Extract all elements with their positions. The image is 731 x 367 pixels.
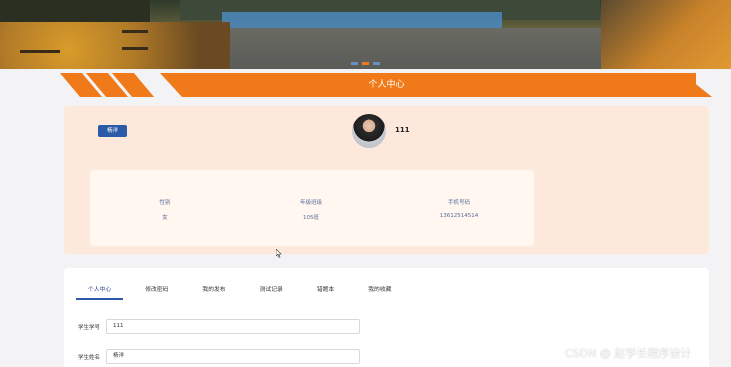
carousel-indicators [0, 62, 731, 65]
info-label: 手机号码 [447, 200, 470, 206]
section-title: 个人中心 [368, 80, 405, 90]
student-id-field[interactable]: 111 [106, 319, 360, 334]
tab-change-password[interactable]: 修改密码 [133, 284, 180, 302]
student-name-field[interactable]: 杨洋 [106, 349, 360, 364]
banner-sunlight [601, 0, 731, 69]
info-value: 13612514514 [439, 213, 479, 219]
student-id-row: 学生学号 111 [78, 319, 360, 334]
banner-bench [122, 30, 148, 50]
carousel-dot-active[interactable] [362, 62, 369, 65]
profile-panel: 杨洋 111 性别 女 年级班级 105班 手机号码 13612514514 [64, 106, 709, 254]
avatar[interactable] [352, 114, 386, 148]
info-phone: 手机号码 13612514514 [384, 198, 534, 219]
tab-my-posts[interactable]: 我的发布 [190, 284, 237, 302]
student-id-label: 学生学号 [78, 324, 101, 331]
account-tabs: 个人中心 修改密码 我的发布 测试记录 错题本 我的收藏 [76, 284, 413, 302]
student-name-label: 学生姓名 [78, 354, 101, 361]
info-value: 女 [162, 215, 168, 221]
carousel-dot[interactable] [351, 62, 358, 65]
username: 111 [395, 126, 410, 134]
name-badge: 杨洋 [98, 125, 127, 137]
tab-my-favorites[interactable]: 我的收藏 [356, 284, 403, 302]
banner-fence [222, 12, 502, 28]
carousel-dot[interactable] [373, 62, 380, 65]
info-value: 105班 [303, 215, 319, 221]
section-title-bar: 个人中心 [59, 73, 712, 97]
info-label: 年级班级 [299, 200, 322, 206]
info-gender: 性别 女 [90, 198, 240, 221]
mouse-cursor-icon [276, 249, 282, 258]
info-card: 性别 女 年级班级 105班 手机号码 13612514514 [90, 170, 534, 246]
tab-personal-center[interactable]: 个人中心 [76, 284, 124, 302]
tab-wrong-questions[interactable]: 错题本 [305, 284, 346, 302]
info-class: 年级班级 105班 [236, 198, 386, 221]
hero-banner [0, 0, 731, 69]
watermark: CSDN @ 赵学长程序设计 [565, 347, 692, 360]
student-name-row: 学生姓名 杨洋 [78, 349, 360, 364]
info-label: 性别 [159, 200, 171, 206]
tab-test-records[interactable]: 测试记录 [248, 284, 295, 302]
